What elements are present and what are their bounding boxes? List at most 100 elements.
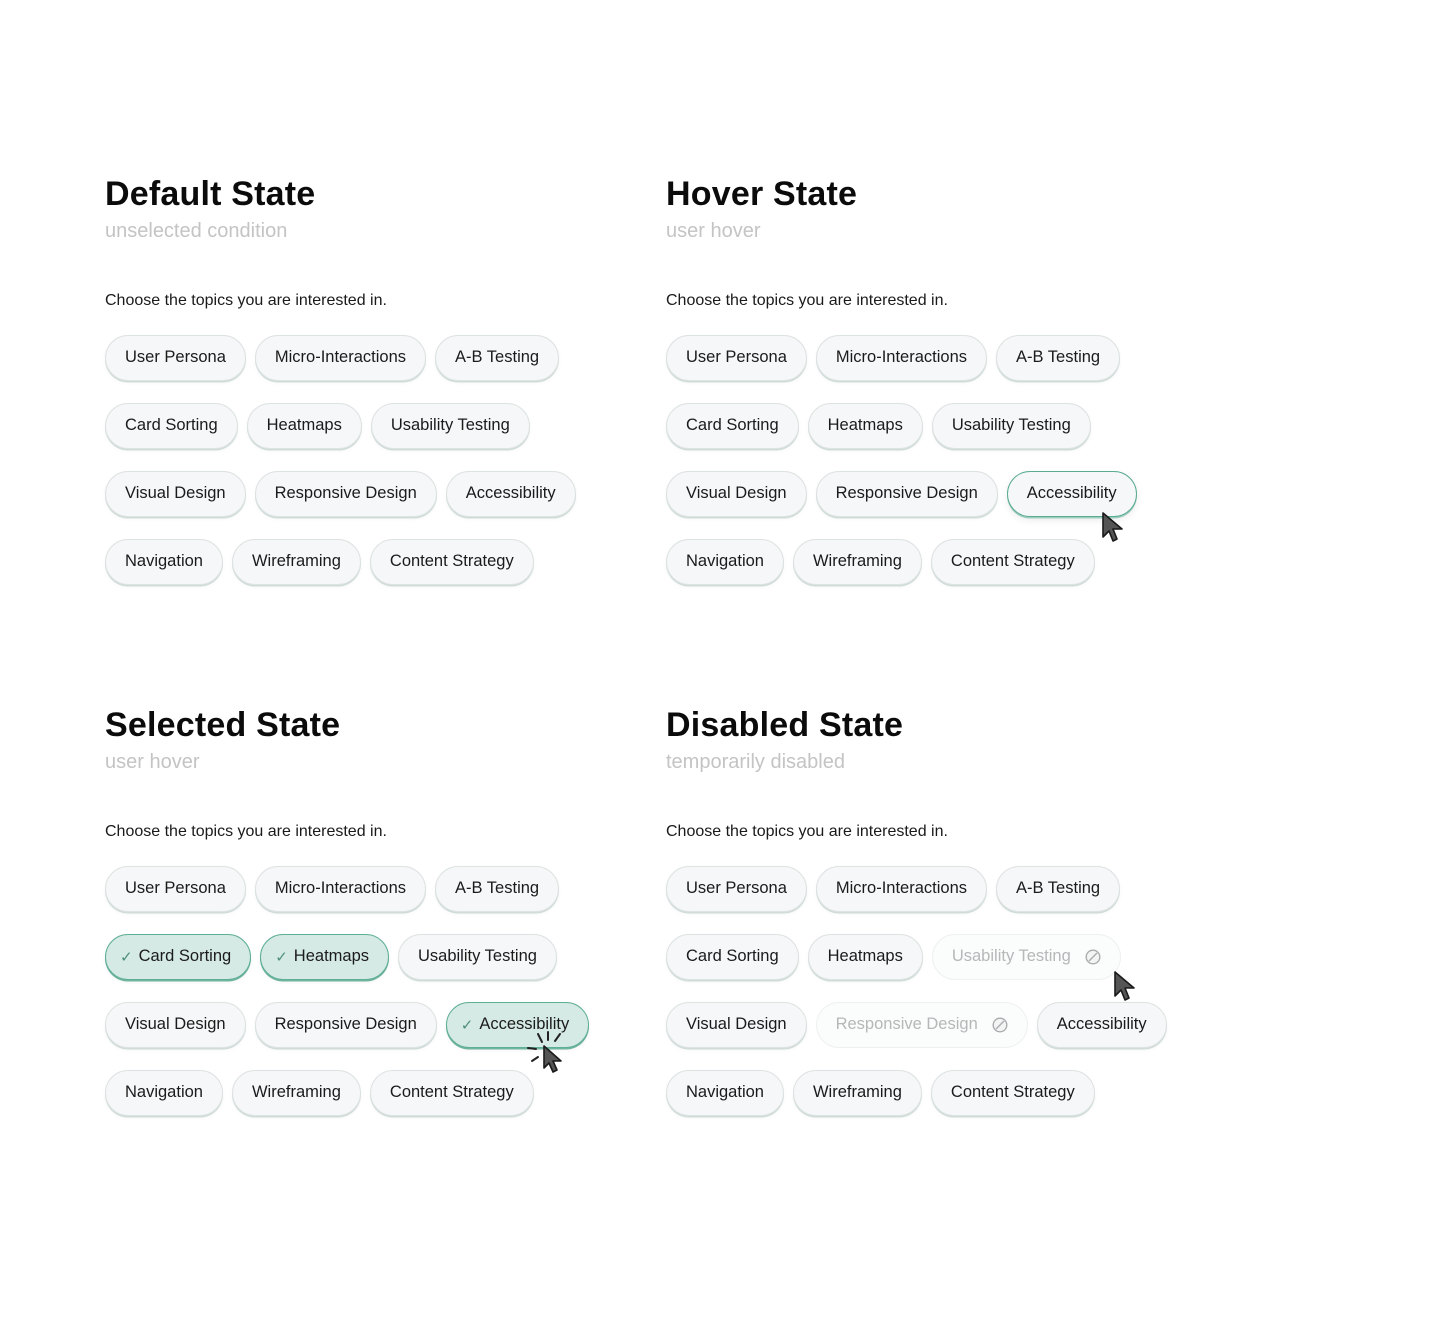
topic-chip-micro-interactions[interactable]: Micro-Interactions <box>254 865 427 912</box>
topic-chip-accessibility[interactable]: Accessibility <box>1006 470 1137 517</box>
topic-chip-user-persona[interactable]: User Persona <box>666 865 807 912</box>
topic-chip-micro-interactions[interactable]: Micro-Interactions <box>815 334 988 381</box>
panel-subtitle: user hover <box>666 220 761 242</box>
topic-chip-visual-design[interactable]: Visual Design <box>666 470 807 517</box>
panel-title: Default State <box>105 175 316 213</box>
panel-title: Hover State <box>666 175 858 213</box>
chip-label: Navigation <box>125 1083 203 1101</box>
topic-chip-heatmaps[interactable]: Heatmaps <box>246 402 362 449</box>
topic-chip-wireframing[interactable]: Wireframing <box>231 538 361 585</box>
topic-chip-heatmaps[interactable]: Heatmaps <box>807 933 923 980</box>
chip-label: Navigation <box>125 552 203 570</box>
chip-label: Micro-Interactions <box>274 348 407 366</box>
chip-label: Heatmaps <box>266 416 342 434</box>
chip-label: User Persona <box>686 879 787 897</box>
chip-row: User Persona Micro-Interactions A-B Testin… <box>666 865 1186 912</box>
topic-chip-usability-testing: Usability Testing <box>931 933 1121 980</box>
check-icon: ✓ <box>275 948 288 966</box>
chip-label: Card Sorting <box>125 416 218 434</box>
topic-chip-card-sorting[interactable]: Card Sorting <box>666 402 799 449</box>
topic-chip-a-b-testing[interactable]: A-B Testing <box>996 865 1121 912</box>
topic-chip-content-strategy[interactable]: Content Strategy <box>930 538 1095 585</box>
topics-prompt: Choose the topics you are interested in. <box>666 292 948 309</box>
chip-label: User Persona <box>125 348 226 366</box>
chip-label: Content Strategy <box>389 552 514 570</box>
topic-chip-navigation[interactable]: Navigation <box>666 1069 784 1116</box>
chip-label: A-B Testing <box>1016 348 1101 366</box>
chip-label: Card Sorting <box>138 947 232 965</box>
topic-chip-a-b-testing[interactable]: A-B Testing <box>996 334 1121 381</box>
chip-label: Accessibility <box>465 484 556 502</box>
topic-chip-usability-testing[interactable]: Usability Testing <box>398 933 557 980</box>
topic-chip-navigation[interactable]: Navigation <box>105 1069 223 1116</box>
topic-chip-heatmaps[interactable]: Heatmaps <box>807 402 923 449</box>
topic-chip-accessibility[interactable]: Accessibility <box>1036 1001 1167 1048</box>
topic-chip-a-b-testing[interactable]: A-B Testing <box>435 334 560 381</box>
chip-row: Navigation Wireframing Content Strategy <box>105 538 625 585</box>
topic-chip-usability-testing[interactable]: Usability Testing <box>931 402 1091 449</box>
topic-chip-responsive-design: Responsive Design <box>815 1001 1028 1048</box>
chip-label: Usability Testing <box>951 947 1071 965</box>
chip-label: Content Strategy <box>950 552 1075 570</box>
topic-chip-accessibility[interactable]: Accessibility <box>445 470 576 517</box>
chip-label: Heatmaps <box>293 947 369 965</box>
chip-label: A-B Testing <box>455 348 540 366</box>
chip-row: Card Sorting Heatmaps Usability Testing <box>105 402 625 449</box>
chip-label: Card Sorting <box>686 947 779 965</box>
topic-chip-a-b-testing[interactable]: A-B Testing <box>435 865 560 912</box>
topic-chip-content-strategy[interactable]: Content Strategy <box>369 538 534 585</box>
topic-chip-responsive-design[interactable]: Responsive Design <box>254 1001 437 1048</box>
chip-label: Wireframing <box>812 1083 902 1101</box>
chip-label: Visual Design <box>686 1015 787 1033</box>
panel-subtitle: temporarily disabled <box>666 751 845 773</box>
topic-chip-usability-testing[interactable]: Usability Testing <box>370 402 530 449</box>
chip-label: Content Strategy <box>950 1083 1075 1101</box>
topic-chip-card-sorting[interactable]: Card Sorting <box>105 402 238 449</box>
topic-chip-group: User Persona Micro-Interactions A-B Testin… <box>666 865 1186 1116</box>
disabled-state-panel: Disabled State temporarily disabled Choo… <box>666 703 1186 1137</box>
chip-label: Usability Testing <box>390 416 510 434</box>
chip-label: User Persona <box>125 879 226 897</box>
topic-chip-responsive-design[interactable]: Responsive Design <box>254 470 437 517</box>
chip-label: Micro-Interactions <box>274 879 407 897</box>
topic-chip-wireframing[interactable]: Wireframing <box>792 538 922 585</box>
chip-label: Accessibility <box>1026 484 1117 502</box>
topic-chip-content-strategy[interactable]: Content Strategy <box>369 1069 534 1116</box>
topic-chip-user-persona[interactable]: User Persona <box>666 334 807 381</box>
disabled-icon <box>992 1016 1008 1033</box>
topic-chip-user-persona[interactable]: User Persona <box>105 865 246 912</box>
click-cursor-icon <box>527 1031 562 1073</box>
chip-label: Navigation <box>686 1083 764 1101</box>
panel-title: Disabled State <box>666 706 904 744</box>
topic-chip-heatmaps[interactable]: ✓ Heatmaps <box>260 933 389 980</box>
panel-subtitle: user hover <box>105 751 200 773</box>
topic-chip-content-strategy[interactable]: Content Strategy <box>930 1069 1095 1116</box>
chip-row: Visual Design Responsive Design Accessibil… <box>666 470 1186 517</box>
chip-label: Usability Testing <box>418 947 537 965</box>
topic-chip-wireframing[interactable]: Wireframing <box>231 1069 361 1116</box>
check-icon: ✓ <box>460 1016 474 1034</box>
chip-label: Responsive Design <box>274 1015 417 1033</box>
chip-label: Responsive Design <box>835 484 978 502</box>
topic-chip-visual-design[interactable]: Visual Design <box>105 1001 246 1048</box>
topic-chip-responsive-design[interactable]: Responsive Design <box>815 470 998 517</box>
topic-chip-micro-interactions[interactable]: Micro-Interactions <box>815 865 988 912</box>
topic-chip-group: User Persona Micro-Interactions A-B Testin… <box>105 865 625 1116</box>
chip-label: Visual Design <box>686 484 787 502</box>
chip-label: A-B Testing <box>455 879 540 897</box>
chip-label: Wireframing <box>812 552 902 570</box>
topic-chip-navigation[interactable]: Navigation <box>666 538 784 585</box>
topics-prompt: Choose the topics you are interested in. <box>105 292 387 309</box>
topic-chip-visual-design[interactable]: Visual Design <box>666 1001 807 1048</box>
chip-row: Navigation Wireframing Content Strategy <box>105 1069 625 1116</box>
topic-chip-visual-design[interactable]: Visual Design <box>105 470 246 517</box>
chip-label: Heatmaps <box>827 416 903 434</box>
topic-chip-user-persona[interactable]: User Persona <box>105 334 246 381</box>
topic-chip-card-sorting[interactable]: ✓ Card Sorting <box>105 933 252 980</box>
topic-chip-navigation[interactable]: Navigation <box>105 538 223 585</box>
topic-chip-wireframing[interactable]: Wireframing <box>792 1069 922 1116</box>
topic-chip-micro-interactions[interactable]: Micro-Interactions <box>254 334 427 381</box>
chip-row: User Persona Micro-Interactions A-B Testin… <box>666 334 1186 381</box>
topic-chip-card-sorting[interactable]: Card Sorting <box>666 933 799 980</box>
topics-prompt: Choose the topics you are interested in. <box>105 823 387 840</box>
